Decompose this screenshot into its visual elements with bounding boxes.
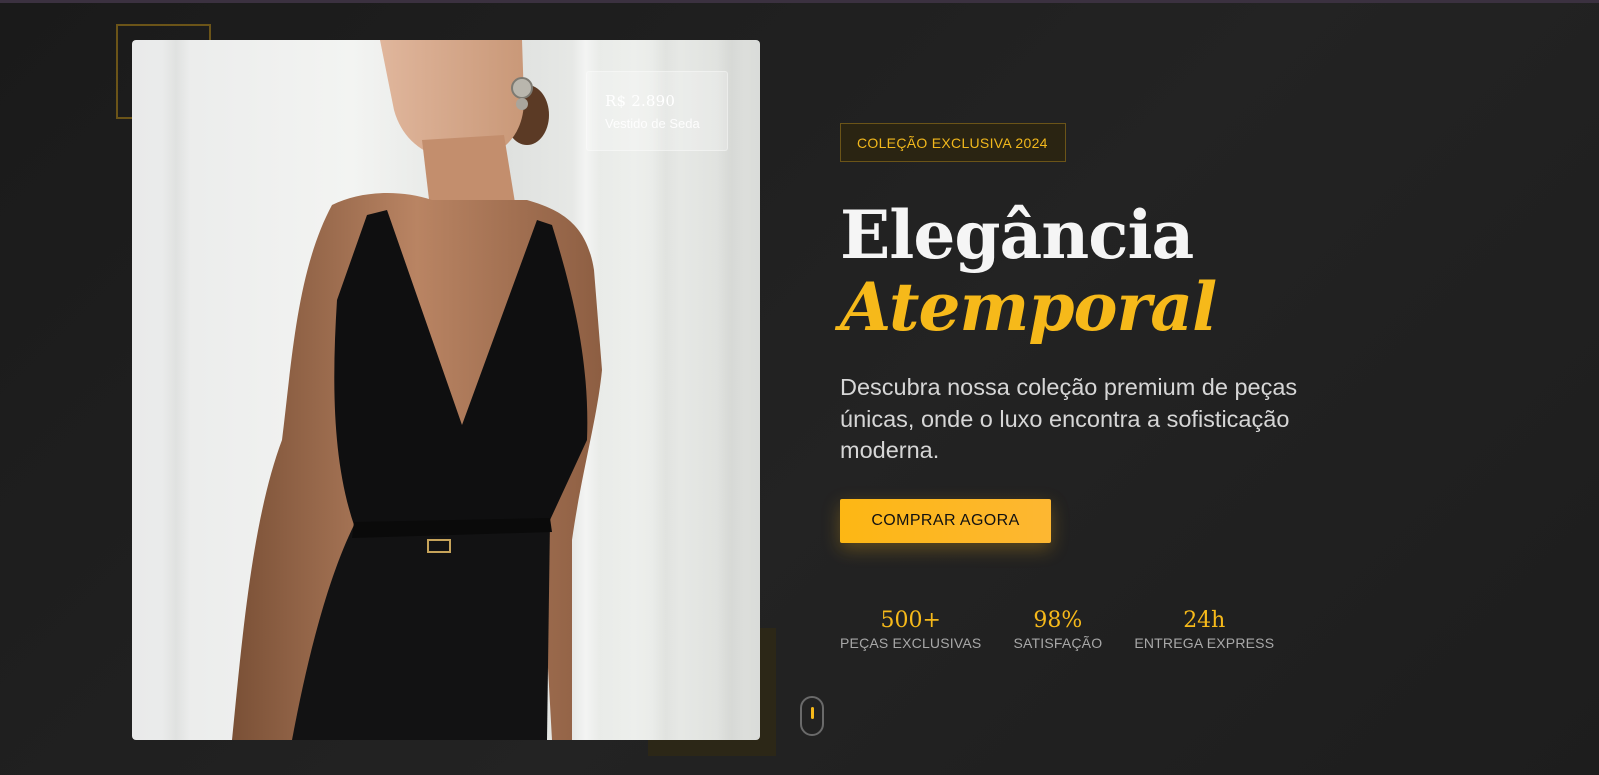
mouse-scroll-icon[interactable]: [800, 696, 824, 736]
scroll-wheel: [811, 707, 814, 719]
earring: [511, 77, 533, 99]
stat-item: 98% SATISFAÇÃO: [1013, 607, 1102, 651]
stat-label: SATISFAÇÃO: [1013, 635, 1103, 651]
buy-now-button[interactable]: COMPRAR AGORA: [840, 498, 1051, 543]
model-photo: R$ 2.890 Vestido de Seda: [132, 40, 760, 740]
stat-value: 24h: [1183, 608, 1226, 633]
collection-badge: COLEÇÃO EXCLUSIVA 2024: [840, 123, 1066, 162]
stats-row: 500+ PEÇAS EXCLUSIVAS 98% SATISFAÇÃO 24h…: [840, 607, 1274, 651]
stat-item: 500+ PEÇAS EXCLUSIVAS: [840, 607, 981, 651]
price-card: R$ 2.890 Vestido de Seda: [586, 71, 728, 151]
stat-value: 98%: [1033, 608, 1083, 633]
price-value: R$ 2.890: [605, 92, 676, 110]
earring-drop: [516, 98, 528, 110]
hero-description: Descubra nossa coleção premium de peças …: [840, 374, 1298, 463]
stat-value: 500+: [880, 608, 941, 633]
stat-label: PEÇAS EXCLUSIVAS: [840, 635, 982, 651]
hero-page: R$ 2.890 Vestido de Seda COLEÇÃO EXCLUSI…: [0, 0, 1599, 775]
hero-title-line1: Elegância: [840, 196, 1194, 274]
hero-content: COLEÇÃO EXCLUSIVA 2024 Elegância Atempor…: [840, 123, 1400, 543]
stat-label: ENTREGA EXPRESS: [1134, 635, 1275, 651]
top-border: [0, 0, 1599, 3]
stat-item: 24h ENTREGA EXPRESS: [1134, 607, 1274, 651]
price-label: Vestido de Seda: [605, 116, 700, 131]
hero-title-line2: Atemporal: [840, 268, 1217, 346]
